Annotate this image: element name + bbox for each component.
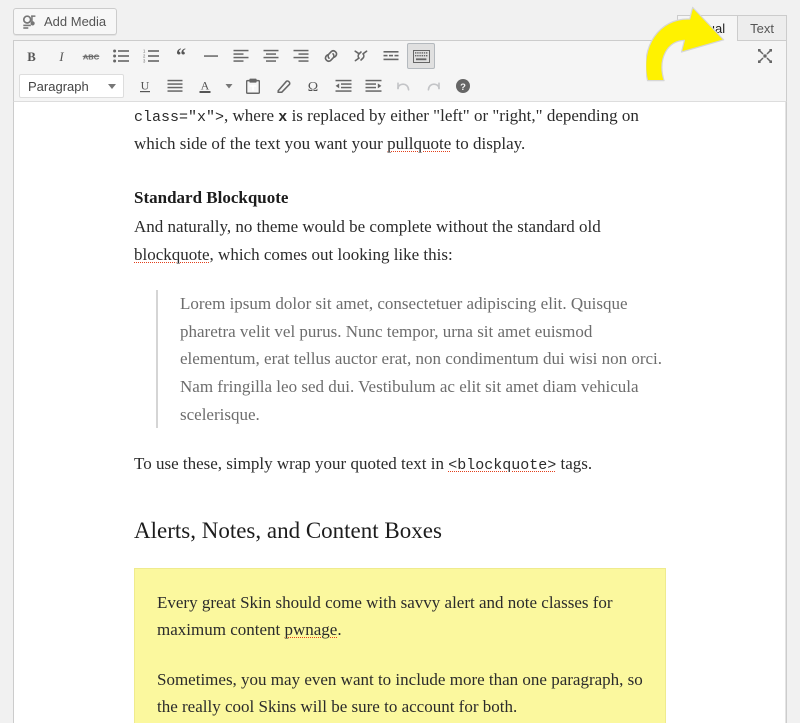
chevron-down-icon — [108, 84, 116, 89]
tab-text-label: Text — [750, 21, 774, 36]
svg-text:I: I — [58, 49, 64, 63]
fullscreen-icon[interactable] — [750, 42, 780, 70]
add-media-button[interactable]: Add Media — [13, 8, 118, 35]
italic-button[interactable]: I — [47, 43, 75, 69]
tab-text[interactable]: Text — [737, 15, 787, 41]
align-right-button[interactable] — [287, 43, 315, 69]
align-center-button[interactable] — [257, 43, 285, 69]
post-content[interactable]: in the pullquote, like this: <p class="x… — [14, 102, 786, 723]
code-class-x: class="x"> — [134, 109, 225, 126]
svg-text:U: U — [141, 79, 150, 93]
paragraph-1-rest-b: to display. — [451, 134, 526, 154]
wordpress-post-editor: Add Media Visual Text B I ABC 1 2 3 “ Pa… — [0, 0, 800, 723]
remove-link-button[interactable] — [347, 43, 375, 69]
increase-indent-button[interactable] — [359, 73, 387, 99]
strikethrough-button[interactable]: ABC — [77, 43, 105, 69]
read-more-button[interactable] — [377, 43, 405, 69]
blockquote-text: Lorem ipsum dolor sit amet, consectetuer… — [180, 294, 663, 424]
svg-text:B: B — [27, 49, 36, 63]
code-blockquote-tag: <blockquote> — [448, 457, 557, 475]
svg-text:Ω: Ω — [308, 80, 318, 94]
heading-standard-blockquote: Standard Blockquote — [134, 187, 289, 207]
toolbar-row-1: B I ABC 1 2 3 “ — [14, 41, 786, 71]
toolbar-toggle-button[interactable] — [407, 43, 435, 69]
toolbar-row-2: Paragraph U A Ω ? — [14, 71, 786, 101]
blockquote-sample: Lorem ipsum dolor sit amet, consectetuer… — [156, 290, 666, 429]
keyboard-shortcuts-button[interactable]: ? — [449, 73, 477, 99]
editor-mode-tabs: Visual Text — [676, 8, 787, 41]
align-left-button[interactable] — [227, 43, 255, 69]
editor-top-bar: Add Media Visual Text — [0, 0, 800, 41]
svg-text:A: A — [201, 79, 210, 93]
text-color-button[interactable]: A — [191, 73, 219, 99]
bold-button[interactable]: B — [17, 43, 45, 69]
alert-1-paragraph-1: Every great Skin should come with savvy … — [157, 589, 643, 644]
svg-text:“: “ — [176, 48, 186, 64]
paste-as-text-button[interactable] — [239, 73, 267, 99]
svg-text:3: 3 — [143, 59, 146, 63]
code-x: x — [278, 109, 288, 126]
paragraph-2-a: And naturally, no theme would be complet… — [134, 217, 601, 237]
paragraph-3-b: tags. — [556, 454, 593, 474]
special-character-button[interactable]: Ω — [299, 73, 327, 99]
heading-alerts-notes: Alerts, Notes, and Content Boxes — [134, 518, 442, 544]
alert-box-multi-paragraph: Every great Skin should come with savvy … — [134, 567, 666, 723]
spellcheck-pwnage: pwnage — [284, 620, 338, 640]
bulleted-list-button[interactable] — [107, 43, 135, 69]
undo-button[interactable] — [389, 73, 417, 99]
media-icon — [22, 14, 38, 30]
paragraph-format-select[interactable]: Paragraph — [19, 74, 124, 98]
blockquote-button[interactable]: “ — [167, 43, 195, 69]
underline-button[interactable]: U — [131, 73, 159, 99]
insert-link-button[interactable] — [317, 43, 345, 69]
spellcheck-blockquote: blockquote — [134, 244, 210, 264]
text-color-dropdown-button[interactable] — [221, 73, 237, 99]
tab-visual-label: Visual — [689, 21, 726, 36]
paragraph-2-b: , which comes out looking like this: — [209, 244, 453, 264]
text-where: , where — [224, 106, 279, 125]
svg-text:?: ? — [460, 82, 466, 93]
alert-1-paragraph-2: Sometimes, you may even want to include … — [157, 669, 643, 717]
paragraph-pullquote-code: class="x">, where x is replaced by eithe… — [134, 102, 666, 158]
paragraph-3-a: To use these, simply wrap your quoted te… — [134, 454, 449, 474]
tab-visual[interactable]: Visual — [676, 15, 739, 41]
add-media-label: Add Media — [44, 14, 107, 29]
decrease-indent-button[interactable] — [329, 73, 357, 99]
paragraph-blockquote-usage: To use these, simply wrap your quoted te… — [134, 450, 666, 478]
paragraph-blockquote-intro: And naturally, no theme would be complet… — [134, 213, 666, 268]
numbered-list-button[interactable]: 1 2 3 — [137, 43, 165, 69]
paragraph-format-value: Paragraph — [28, 78, 89, 94]
editor-content-area[interactable]: in the pullquote, like this: <p class="x… — [13, 102, 787, 723]
clear-formatting-button[interactable] — [269, 73, 297, 99]
editor-toolbar: B I ABC 1 2 3 “ Paragraph U A Ω ? — [13, 40, 787, 102]
horizontal-rule-button[interactable] — [197, 43, 225, 69]
redo-button[interactable] — [419, 73, 447, 99]
spellcheck-pullquote: pullquote — [387, 134, 452, 154]
alert-1-p1-b: . — [337, 620, 342, 640]
align-justify-button[interactable] — [161, 73, 189, 99]
alert-1-p1-a: Every great Skin should come with savvy … — [157, 592, 613, 640]
